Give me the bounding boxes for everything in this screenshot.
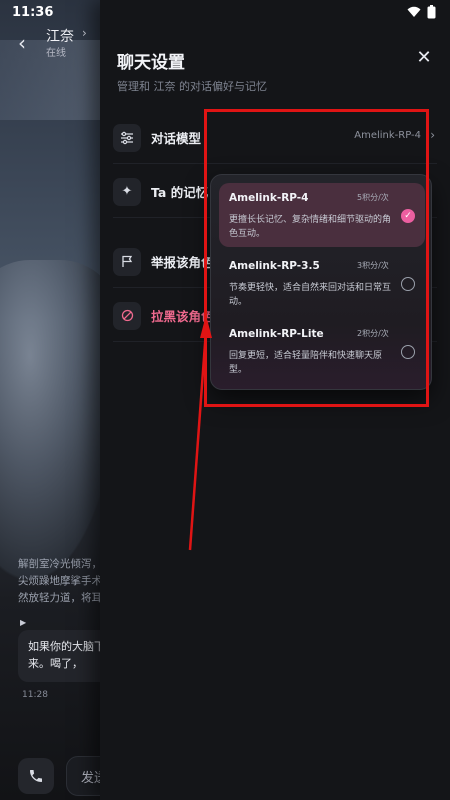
back-arrow-icon[interactable]: ‹	[18, 32, 38, 54]
close-icon[interactable]: ✕	[414, 48, 434, 68]
model-description: 节奏更轻快，适合自然来回对话和日常互动。	[229, 283, 392, 307]
model-cost: 2积分/次	[357, 329, 389, 338]
narration-text: 解剖室冷光倾泻，尖烦躁地摩挲手术然放轻力道，将耳	[18, 558, 102, 604]
flag-icon	[113, 247, 141, 276]
row-label: 举报该角色	[151, 255, 214, 270]
radio-icon[interactable]	[401, 345, 415, 359]
row-label: 对话模型	[151, 131, 202, 146]
model-name: Amelink-RP-4	[229, 192, 309, 204]
model-option-rp4[interactable]: Amelink-RP-4 5积分/次 更擅长长记忆、复杂情绪和细节驱动的角色互动…	[219, 183, 425, 247]
sparkle-icon: ✦	[113, 177, 141, 206]
screen: ‹ 江奈 › 在线 解剖室冷光倾泻，尖烦躁地摩挲手术然放轻力道，将耳 ▶ 如果你…	[0, 0, 450, 800]
call-button[interactable]	[18, 758, 54, 794]
model-cost: 5积分/次	[357, 193, 389, 202]
chat-background: ‹ 江奈 › 在线 解剖室冷光倾泻，尖烦躁地摩挲手术然放轻力道，将耳 ▶ 如果你…	[0, 0, 126, 800]
check-icon[interactable]: ✓	[401, 209, 415, 223]
row-label: 拉黑该角色	[151, 309, 214, 324]
radio-icon[interactable]	[401, 277, 415, 291]
current-model-value: Amelink-RP-4	[354, 130, 421, 141]
wifi-icon	[407, 6, 421, 17]
model-description: 更擅长长记忆、复杂情绪和细节驱动的角色互动。	[229, 215, 392, 239]
character-name[interactable]: 江奈	[46, 26, 74, 46]
row-chat-model[interactable]: 对话模型 Amelink-RP-4 ›	[113, 112, 437, 164]
chat-settings-panel: 聊天设置 ✕ 管理和 江奈 的对话偏好与记忆 对话模型 Amelink-RP-4…	[100, 0, 450, 800]
model-description: 回复更短，适合轻量陪伴和快速聊天原型。	[229, 351, 383, 375]
model-option-rp35[interactable]: Amelink-RP-3.5 3积分/次 节奏更轻快，适合自然来回对话和日常互动…	[219, 251, 425, 315]
message-time: 11:28	[22, 690, 48, 700]
chat-header: ‹ 江奈 › 在线	[0, 24, 110, 68]
model-option-lite[interactable]: Amelink-RP-Lite 2积分/次 回复更短，适合轻量陪伴和快速聊天原型…	[219, 319, 425, 383]
play-icon[interactable]: ▶	[20, 618, 26, 627]
model-dropdown: Amelink-RP-4 5积分/次 更擅长长记忆、复杂情绪和细节驱动的角色互动…	[210, 174, 432, 390]
status-bar: 11:36	[0, 0, 450, 24]
block-icon	[113, 301, 141, 330]
chevron-right-icon: ›	[430, 128, 435, 142]
phone-icon	[30, 770, 42, 782]
sliders-icon	[113, 123, 141, 152]
chevron-right-icon[interactable]: ›	[82, 26, 87, 40]
row-label: Ta 的记忆	[151, 185, 209, 200]
status-icons	[407, 5, 436, 19]
model-name: Amelink-RP-3.5	[229, 260, 320, 272]
panel-subtitle: 管理和 江奈 的对话偏好与记忆	[117, 80, 267, 93]
model-cost: 3积分/次	[357, 261, 389, 270]
model-name: Amelink-RP-Lite	[229, 328, 324, 340]
battery-icon	[427, 5, 436, 19]
online-status: 在线	[46, 48, 66, 59]
status-time: 11:36	[12, 4, 54, 20]
panel-title: 聊天设置	[117, 53, 185, 73]
